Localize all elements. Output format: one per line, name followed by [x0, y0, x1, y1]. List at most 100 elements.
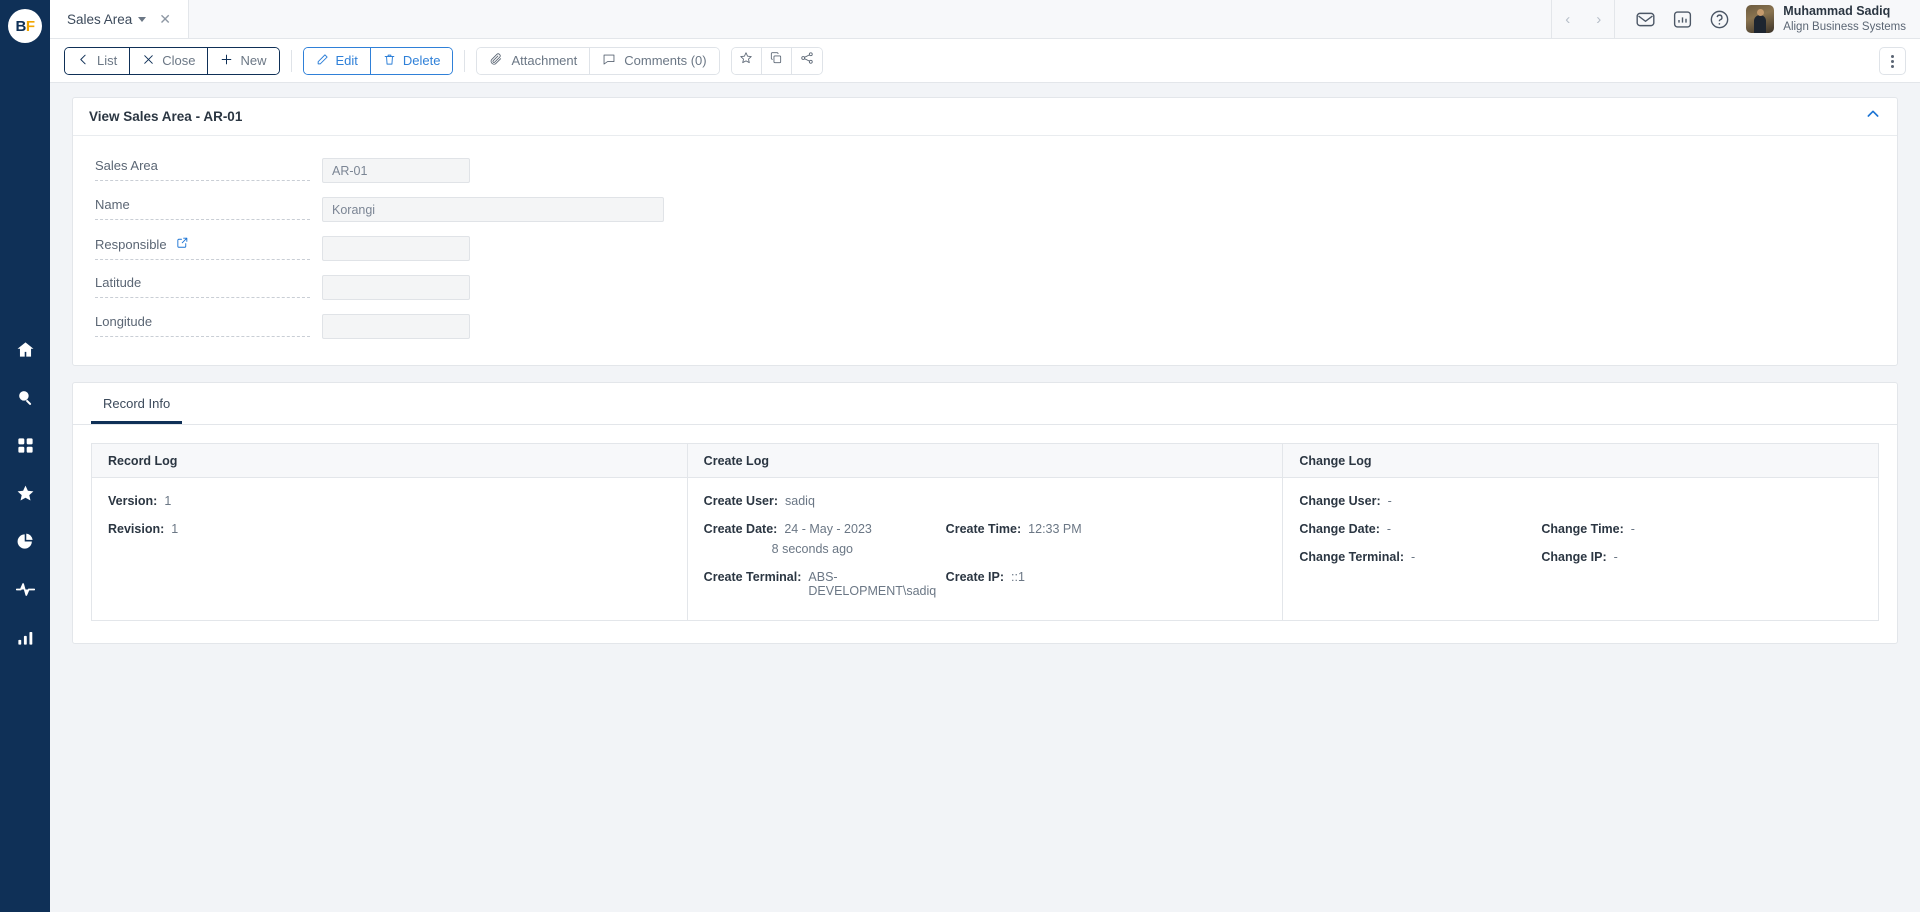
field-row-name: Name Korangi — [95, 197, 1875, 222]
revision-value: 1 — [171, 522, 179, 536]
create-date-value: 24 - May - 2023 — [784, 522, 872, 536]
change-ip-value: - — [1613, 550, 1618, 564]
chevron-down-icon[interactable] — [138, 16, 147, 22]
create-terminal-key: Create Terminal: — [703, 570, 802, 584]
next-record-button[interactable]: › — [1583, 0, 1614, 39]
create-ip-value: ::1 — [1011, 570, 1025, 584]
close-button-label: Close — [162, 53, 196, 68]
change-date-key: Change Date: — [1299, 522, 1380, 536]
kebab-dot — [1891, 54, 1894, 58]
label-text: Sales Area — [95, 158, 158, 173]
change-terminal-row: Change Terminal: - Change IP: - — [1299, 550, 1862, 564]
comments-button-label: Comments (0) — [624, 53, 707, 68]
logo-letter-f: F — [25, 17, 35, 35]
kebab-dot — [1891, 59, 1894, 63]
help-circle-icon[interactable] — [1709, 9, 1730, 30]
collapse-panel-button[interactable] — [1865, 106, 1881, 127]
label-text: Responsible — [95, 236, 167, 252]
favorite-star-button[interactable] — [731, 47, 762, 74]
new-button-label: New — [240, 53, 267, 68]
chevron-left-icon — [77, 53, 90, 69]
chevron-up-icon — [1865, 109, 1881, 126]
sidebar-item-search[interactable] — [0, 376, 50, 424]
change-terminal-pair: Change Terminal: - — [1299, 550, 1541, 564]
responsible-input[interactable] — [322, 236, 470, 261]
create-date-pair: Create Date: 24 - May - 2023 — [704, 522, 946, 536]
field-row-longitude: Longitude — [95, 314, 1875, 339]
copy-icon — [769, 51, 783, 70]
latitude-input[interactable] — [322, 275, 470, 300]
sidebar-item-favorites[interactable] — [0, 472, 50, 520]
name-input[interactable]: Korangi — [322, 197, 664, 222]
bar-chart-icon[interactable] — [1672, 9, 1693, 30]
sidebar-item-home[interactable] — [0, 328, 50, 376]
responsible-label: Responsible — [95, 236, 310, 260]
action-toolbar: List Close New Edit Delete Attachment Co… — [50, 39, 1920, 83]
pencil-icon — [316, 53, 329, 69]
label-text: Name — [95, 197, 130, 212]
create-user-row: Create User: sadiq — [704, 494, 1267, 508]
navigation-button-group: List Close New — [64, 46, 280, 75]
user-text: Muhammad Sadiq Align Business Systems — [1783, 4, 1906, 34]
latitude-label: Latitude — [95, 275, 310, 298]
change-log-body: Change User: - Change Date: - Change Tim… — [1283, 478, 1878, 604]
close-button[interactable]: Close — [130, 47, 209, 74]
change-user-row: Change User: - — [1299, 494, 1862, 508]
user-menu[interactable]: Muhammad Sadiq Align Business Systems — [1746, 4, 1906, 34]
new-button[interactable]: New — [208, 47, 279, 74]
tab-record-info[interactable]: Record Info — [91, 383, 183, 424]
more-options-button[interactable] — [1879, 47, 1906, 75]
attachment-button[interactable]: Attachment — [477, 47, 591, 74]
share-icon — [800, 51, 814, 70]
edit-button[interactable]: Edit — [303, 47, 371, 74]
sales-area-input[interactable]: AR-01 — [322, 158, 470, 183]
create-date-key: Create Date: — [703, 522, 778, 536]
field-row-responsible: Responsible — [95, 236, 1875, 261]
sidebar-item-reports[interactable] — [0, 520, 50, 568]
log-grid: Record Log Version: 1 Revision: 1 Create… — [91, 443, 1879, 621]
mail-icon[interactable] — [1635, 9, 1656, 30]
create-time-key: Create Time: — [945, 522, 1022, 536]
label-text: Longitude — [95, 314, 153, 329]
record-navigation: ‹ › — [1551, 0, 1614, 39]
change-log-header: Change Log — [1283, 444, 1879, 478]
sales-area-form: Sales Area AR-01 Name Korangi Responsibl… — [73, 136, 1897, 365]
create-log-body: Create User: sadiq Create Date: 24 - May… — [688, 478, 1283, 620]
comment-bubble-icon — [602, 52, 616, 69]
paperclip-icon — [489, 52, 503, 69]
comments-button[interactable]: Comments (0) — [590, 47, 719, 74]
logs-container: Record Log Version: 1 Revision: 1 Create… — [73, 425, 1897, 643]
sidebar-item-activity[interactable] — [0, 568, 50, 616]
share-button[interactable] — [791, 47, 822, 74]
toolbar-divider-2 — [464, 49, 466, 72]
create-terminal-pair: Create Terminal: ABS-DEVELOPMENT\sadiq — [704, 570, 946, 598]
change-terminal-key: Change Terminal: — [1299, 550, 1404, 564]
duplicate-button[interactable] — [761, 47, 792, 74]
tab-sales-area[interactable]: Sales Area ✕ — [50, 0, 190, 38]
create-ip-key: Create IP: — [945, 570, 1005, 584]
change-user-pair: Change User: - — [1299, 494, 1541, 508]
sidebar-item-analytics[interactable] — [0, 616, 50, 664]
delete-button[interactable]: Delete — [370, 47, 453, 74]
delete-button-label: Delete — [402, 53, 441, 68]
create-terminal-row: Create Terminal: ABS-DEVELOPMENT\sadiq C… — [704, 570, 1267, 598]
external-link-icon[interactable] — [176, 236, 189, 252]
record-log-column: Record Log Version: 1 Revision: 1 — [92, 444, 688, 620]
bar-chart-icon — [16, 628, 35, 652]
sales-area-panel: View Sales Area - AR-01 Sales Area AR-01 — [72, 97, 1898, 366]
toolbar-divider — [290, 49, 292, 72]
prev-record-button[interactable]: ‹ — [1552, 0, 1583, 39]
close-icon[interactable]: ✕ — [159, 12, 171, 26]
star-icon — [739, 51, 753, 70]
home-icon — [16, 340, 35, 364]
create-terminal-value: ABS-DEVELOPMENT\sadiq — [808, 570, 937, 598]
name-label: Name — [95, 197, 310, 220]
list-button[interactable]: List — [65, 47, 131, 74]
change-log-column: Change Log Change User: - Change Date: -… — [1283, 444, 1879, 620]
create-user-key: Create User: — [703, 494, 779, 508]
change-ip-pair: Change IP: - — [1541, 550, 1617, 564]
change-time-pair: Change Time: - — [1541, 522, 1635, 536]
app-logo[interactable]: BF — [8, 9, 42, 43]
sidebar-item-apps[interactable] — [0, 424, 50, 472]
longitude-input[interactable] — [322, 314, 470, 339]
